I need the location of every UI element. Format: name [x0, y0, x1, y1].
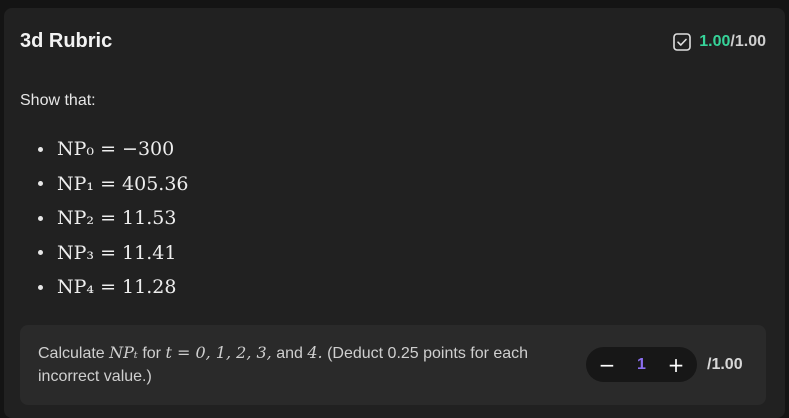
expected-value: NP₁ = 405.36 — [57, 172, 189, 195]
criterion-math: NPₜ — [109, 343, 138, 362]
expected-value: NP₄ = 11.28 — [57, 276, 177, 299]
max-score: /1.00 — [707, 356, 743, 373]
score-total: /1.00 — [730, 32, 766, 50]
bullet — [38, 215, 43, 221]
score-summary: 1.00/1.00 — [673, 33, 766, 51]
score-earned: 1.00 — [699, 32, 731, 50]
checkbox-checked-icon — [673, 32, 692, 51]
rubric-title: 3d Rubric — [20, 30, 113, 52]
criterion-middle: and — [271, 345, 308, 362]
decrement-button[interactable]: − — [596, 354, 618, 376]
criterion-math: 4. — [307, 343, 323, 362]
score-stepper: − 1 + — [586, 347, 697, 382]
expected-values-list: NP₀ = −300 NP₁ = 405.36 NP₂ = 11.53 NP₃ … — [38, 132, 189, 305]
expected-value: NP₂ = 11.53 — [57, 207, 177, 230]
list-item: NP₁ = 405.36 — [38, 167, 189, 202]
list-item: NP₀ = −300 — [38, 132, 189, 167]
rubric-intro: Show that: — [20, 92, 96, 109]
expected-value: NP₃ = 11.41 — [57, 241, 177, 264]
bullet — [38, 284, 43, 290]
list-item: NP₃ = 11.41 — [38, 236, 189, 271]
expected-value: NP₀ = −300 — [57, 138, 175, 161]
criterion-middle: for — [137, 345, 166, 362]
list-item: NP₂ = 11.53 — [38, 201, 189, 236]
list-item: NP₄ = 11.28 — [38, 270, 189, 305]
score-value[interactable]: 1 — [632, 356, 652, 374]
bullet — [38, 181, 43, 187]
criterion-math: t = 0, 1, 2, 3, — [165, 343, 272, 362]
card-header: 3d Rubric 1.00/1.00 — [20, 30, 766, 53]
criterion-text: Calculate NPₜ for t = 0, 1, 2, 3, and 4.… — [38, 341, 558, 388]
bullet — [38, 146, 43, 152]
criterion-prefix: Calculate — [38, 345, 110, 362]
bullet — [38, 250, 43, 256]
increment-button[interactable]: + — [665, 354, 687, 376]
grading-row: Calculate NPₜ for t = 0, 1, 2, 3, and 4.… — [20, 325, 766, 405]
rubric-card: 3d Rubric 1.00/1.00 Show that: NP₀ = −30… — [4, 8, 785, 418]
